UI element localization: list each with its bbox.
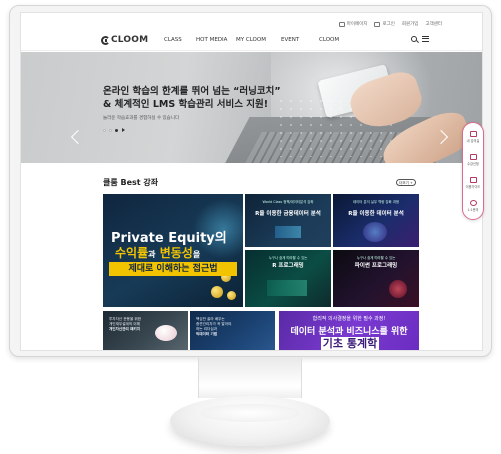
header: CLOOM CLASS HOT MEDIA MY CLOOM EVENT CLO… <box>21 29 482 51</box>
monitor-frame: 마이페이지 로그인 회원가입 고객센터 CLOOM CLASS HOT MEDI… <box>9 5 492 357</box>
featured-course-card[interactable]: Private Equity의 수익률과 변동성을 제대로 이해하는 접근법 <box>103 194 243 307</box>
hero-title-line1: 온라인 학습의 한계를 뛰어 넘는 “러닝코치” <box>103 86 281 97</box>
pager-dot[interactable] <box>109 128 112 132</box>
utility-mypage-label: 마이페이지 <box>346 22 368 27</box>
section-title: 클룸 Best 강좌 <box>103 178 159 187</box>
course-card[interactable]: 데이터 분석 실무 역량 강화 과정 R을 이용한 데이터 분석 <box>333 194 419 247</box>
main-nav: CLASS HOT MEDIA MY CLOOM EVENT CLOOM <box>161 37 349 43</box>
featured-line3: 제대로 이해하는 접근법 <box>109 262 237 276</box>
course-card-eyebrow: 누구나 쉽게 따라할 수 있는 <box>356 256 396 260</box>
monitor-stand-neck <box>198 358 302 398</box>
course-card-title: R을 이용한 금융데이터 분석 <box>255 211 321 217</box>
play-icon[interactable] <box>122 128 125 132</box>
utility-bar: 마이페이지 로그인 회원가입 고객센터 <box>338 21 442 27</box>
course-card-eyebrow: 데이터 분석 실무 역량 강화 과정 <box>353 200 399 204</box>
utility-cs[interactable]: 고객센터 <box>425 21 442 27</box>
quick-item-label: 내 강의실 <box>466 139 480 143</box>
quick-menu: 내 강의실 수강신청 이용가이드 1:1문의 <box>462 122 484 220</box>
search-icon[interactable] <box>411 36 417 42</box>
quick-my-classroom[interactable]: 내 강의실 <box>463 131 483 143</box>
utility-login[interactable]: 로그인 <box>374 21 395 27</box>
document-icon <box>469 177 477 183</box>
header-icons <box>411 36 429 42</box>
monitor-icon <box>469 131 477 137</box>
logo[interactable]: CLOOM <box>101 35 148 45</box>
nav-hot-media[interactable]: HOT MEDIA <box>196 37 236 43</box>
lock-icon <box>374 21 381 27</box>
quick-item-label: 이용가이드 <box>465 185 481 189</box>
nav-class[interactable]: CLASS <box>164 37 196 43</box>
quick-item-label: 1:1문의 <box>467 208 479 212</box>
course-card[interactable]: 누구나 쉽게 따라할 수 있는 R 프로그래밍 <box>245 250 331 307</box>
course-card-line: 빅데이터 기법 <box>196 332 218 336</box>
quick-item-label: 수강신청 <box>467 162 479 166</box>
page: 마이페이지 로그인 회원가입 고객센터 CLOOM CLASS HOT MEDI… <box>0 0 501 454</box>
hero-pager <box>103 128 125 132</box>
course-card[interactable]: 핵심만 골라 배우는 중견관리자가 꼭 알아야 하는 리더십과 빅데이터 기법 <box>190 311 275 350</box>
course-card-statistics[interactable]: 합리적 의사결정을 위한 필수 과정! 데이터 분석과 비즈니스를 위한 기초 … <box>279 311 419 350</box>
quick-inquiry[interactable]: 1:1문의 <box>463 200 483 212</box>
course-card-eyebrow: 누구나 쉽게 따라할 수 있는 <box>268 256 308 260</box>
piggy-bank-image <box>155 325 177 341</box>
coin-icon <box>211 286 223 298</box>
featured-word-and: 과 <box>148 250 156 259</box>
course-card-eyebrow: World Class 정책/데이터분석 강좌 <box>262 200 314 204</box>
basket-icon <box>469 154 477 160</box>
course-card-line: 개인자산관리 패키지 <box>109 327 141 331</box>
featured-line2: 수익률과 변동성을 <box>115 244 200 261</box>
brain-graphic <box>363 222 387 242</box>
featured-word-volatility: 변동성 <box>159 246 193 260</box>
logo-icon <box>101 35 110 45</box>
utility-join[interactable]: 회원가입 <box>402 21 419 27</box>
user-icon <box>338 21 345 27</box>
utility-cs-label: 고객센터 <box>425 22 442 27</box>
course-card-title: R을 이용한 데이터 분석 <box>348 211 404 217</box>
featured-word-particle: 을 <box>192 250 201 259</box>
nav-cloom[interactable]: CLOOM <box>319 37 349 43</box>
coin-icon <box>227 291 236 300</box>
menu-icon[interactable] <box>422 36 429 42</box>
more-button[interactable]: 더보기 + <box>396 179 416 186</box>
hero-subtitle: 놀라운 학습효과를 경험하실 수 있습니다 <box>103 116 180 121</box>
course-card-title: 데이터 분석과 비즈니스를 위한 <box>290 327 408 337</box>
utility-join-label: 회원가입 <box>401 22 419 27</box>
quick-guide[interactable]: 이용가이드 <box>463 177 483 189</box>
pager-dot[interactable] <box>103 128 106 132</box>
monitor-stand-base <box>170 396 330 446</box>
quick-enroll[interactable]: 수강신청 <box>463 154 483 166</box>
pager-dot-active[interactable] <box>115 128 118 132</box>
course-card-title-highlight: 기초 통계학 <box>321 337 379 350</box>
utility-login-label: 로그인 <box>382 22 395 27</box>
course-card[interactable]: World Class 정책/데이터분석 강좌 R을 이용한 금융데이터 분석 <box>245 194 331 247</box>
chart-graphic <box>275 226 301 238</box>
course-card-title: 파이썬 프로그래밍 <box>354 263 398 269</box>
featured-word-returns: 수익률 <box>115 246 149 260</box>
chat-icon <box>469 200 477 206</box>
screen: 마이페이지 로그인 회원가입 고객센터 CLOOM CLASS HOT MEDI… <box>20 12 483 351</box>
python-graphic <box>389 280 407 298</box>
hero-banner[interactable]: 온라인 학습의 한계를 뛰어 넘는 “러닝코치” & 체계적인 LMS 학습관리… <box>21 52 482 163</box>
course-card-eyebrow: 합리적 의사결정을 위한 필수 과정! <box>312 316 386 322</box>
course-card[interactable]: 투자자산 운용을 위한 개인재무설계의 이해 개인자산관리 패키지 <box>103 311 188 350</box>
hero-title: 온라인 학습의 한계를 뛰어 넘는 “러닝코치” & 체계적인 LMS 학습관리… <box>103 86 281 111</box>
logo-text: CLOOM <box>111 35 149 45</box>
hero-title-line2: & 체계적인 LMS 학습관리 서비스 지원! <box>103 98 269 110</box>
code-graphic <box>267 280 307 296</box>
nav-my-cloom[interactable]: MY CLOOM <box>236 37 281 43</box>
nav-event[interactable]: EVENT <box>281 37 319 43</box>
utility-mypage[interactable]: 마이페이지 <box>338 21 368 27</box>
prev-arrow-icon[interactable] <box>70 129 86 145</box>
course-card[interactable]: 누구나 쉽게 따라할 수 있는 파이썬 프로그래밍 <box>333 250 419 307</box>
course-card-title: R 프로그래밍 <box>272 263 304 269</box>
